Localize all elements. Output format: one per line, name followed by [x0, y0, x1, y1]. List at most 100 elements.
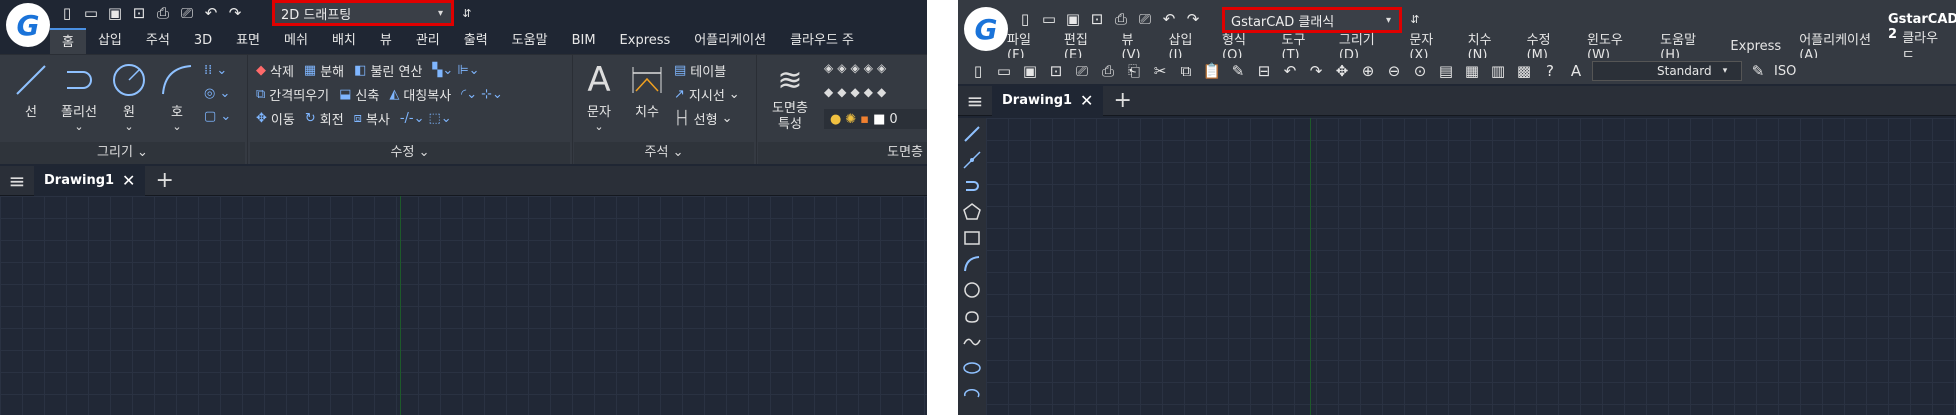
tab-mesh[interactable]: 메쉬	[272, 28, 320, 54]
plot-icon[interactable]: ⎗	[1124, 62, 1144, 80]
rectangle-icon[interactable]	[962, 228, 982, 248]
stretch-icon[interactable]: ⬓	[339, 87, 351, 102]
explode-icon[interactable]: ▦	[304, 63, 316, 78]
workspace-dropdown[interactable]: 2D 드래프팅 ▾	[272, 0, 454, 26]
layer-state-icon[interactable]: ◈	[837, 61, 846, 75]
new-tab-plus-icon[interactable]: +	[145, 168, 183, 193]
polygon-icon[interactable]	[962, 202, 982, 222]
arc-button[interactable]: 호 ⌄	[154, 59, 200, 133]
layer-state-icon[interactable]: ◈	[824, 61, 833, 75]
construction-line-icon[interactable]	[962, 150, 982, 170]
print-icon[interactable]: ⎚	[1136, 10, 1154, 28]
layer-dropdown[interactable]: ● ✺ ▪ ■ 0	[824, 109, 927, 129]
ellipse-icon[interactable]	[962, 358, 982, 378]
properties-icon[interactable]: ▤	[1436, 62, 1456, 80]
leader-button[interactable]: ↗ 지시선 ⌄	[674, 85, 740, 104]
hamburger-menu-icon[interactable]: ≡	[0, 169, 34, 193]
save-as-icon[interactable]: ⊡	[1088, 10, 1106, 28]
print-preview-icon[interactable]: ⎙	[1098, 62, 1118, 80]
layer-state-icon[interactable]: ◆	[837, 85, 846, 99]
spline-icon[interactable]	[962, 332, 982, 352]
chevron-down-icon[interactable]: ⌄	[106, 120, 152, 133]
paste-icon[interactable]: 📋	[1202, 62, 1222, 80]
save-icon[interactable]: ▣	[1020, 62, 1040, 80]
close-icon[interactable]: ✕	[1080, 91, 1093, 110]
print-icon[interactable]: ⎚	[178, 4, 196, 22]
new-file-icon[interactable]: ▯	[968, 62, 988, 80]
design-center-icon[interactable]: ▦	[1462, 62, 1482, 80]
tab-insert[interactable]: 삽입	[86, 28, 134, 54]
trim-icon[interactable]: ⊹⌄	[481, 87, 503, 102]
tab-surface[interactable]: 표면	[224, 28, 272, 54]
publish-icon[interactable]: ⎙	[1112, 10, 1130, 28]
tab-manage[interactable]: 관리	[404, 28, 452, 54]
mirror-icon[interactable]: ◭	[389, 87, 399, 102]
new-file-icon[interactable]: ▯	[1016, 10, 1034, 28]
chevron-down-icon[interactable]: ⌄	[722, 111, 733, 126]
offset-icon[interactable]: ⧉	[256, 87, 265, 102]
save-icon[interactable]: ▣	[106, 4, 124, 22]
zoom-window-icon[interactable]: ⊖	[1384, 62, 1404, 80]
match-properties-icon[interactable]: ✎	[1228, 62, 1248, 80]
tab-3d[interactable]: 3D	[182, 28, 224, 54]
polyline-icon[interactable]	[962, 176, 982, 196]
array-icon[interactable]: ▚⌄	[432, 63, 453, 78]
block-icon[interactable]: ⊟	[1254, 62, 1274, 80]
table-button[interactable]: ▤ 테이블	[674, 61, 726, 80]
chevron-down-icon[interactable]: ⌄	[729, 87, 740, 102]
redo-icon[interactable]: ↷	[1306, 62, 1326, 80]
layer-group-title[interactable]: 도면층	[758, 142, 927, 164]
offset-label[interactable]: 간격띄우기	[269, 85, 329, 104]
dimension-button[interactable]: 치수	[624, 59, 670, 120]
layer-state-icon[interactable]: ◆	[864, 85, 873, 99]
polyline-button[interactable]: 폴리선 ⌄	[56, 59, 102, 133]
gstarcad-logo[interactable]: G	[964, 7, 1008, 51]
layer-state-icon[interactable]: ◈	[877, 61, 886, 75]
new-file-icon[interactable]: ▯	[58, 4, 76, 22]
line-button[interactable]: 선	[8, 59, 54, 120]
new-tab-plus-icon[interactable]: +	[1103, 88, 1141, 113]
break-icon[interactable]: -/-⌄	[400, 111, 425, 126]
layer-state-icon[interactable]: ◆	[824, 85, 833, 99]
chevron-down-icon[interactable]: ⌄	[576, 120, 622, 133]
zoom-realtime-icon[interactable]: ⊕	[1358, 62, 1378, 80]
ellipse-arc-icon[interactable]	[962, 384, 982, 404]
document-tab-drawing1[interactable]: Drawing1 ✕	[992, 85, 1104, 116]
help-icon[interactable]: ?	[1540, 62, 1560, 80]
save-as-icon[interactable]: ⊡	[1046, 62, 1066, 80]
publish-icon[interactable]: ⎙	[154, 4, 172, 22]
tab-express[interactable]: Express	[608, 28, 683, 54]
erase-label[interactable]: 삭제	[270, 61, 294, 80]
stretch-label[interactable]: 신축	[355, 85, 379, 104]
circle-icon[interactable]	[962, 280, 982, 300]
print-icon[interactable]: ⎚	[1072, 62, 1092, 80]
undo-icon[interactable]: ↶	[1160, 10, 1178, 28]
tab-cloud[interactable]: 클라우드 주	[778, 28, 866, 54]
scale-icon[interactable]: ⬚⌄	[429, 111, 452, 126]
layer-state-icon[interactable]: ◆	[877, 85, 886, 99]
dim-style-icon[interactable]: ✎	[1748, 62, 1768, 80]
ellipse-icon[interactable]: ◎ ⌄	[204, 86, 230, 101]
rotate-label[interactable]: 회전	[320, 109, 344, 128]
tab-applications[interactable]: 어플리케이션	[682, 28, 778, 54]
tab-output[interactable]: 출력	[452, 28, 500, 54]
dim-style-value[interactable]: ISO	[1774, 64, 1796, 79]
tab-view[interactable]: 뷰	[368, 28, 404, 54]
point-grid-icon[interactable]: ⁞⁞ ⌄	[204, 63, 227, 78]
drawing-canvas[interactable]	[0, 196, 927, 415]
calculator-icon[interactable]: ▩	[1514, 62, 1534, 80]
boolean-icon[interactable]: ◧	[354, 63, 366, 78]
document-tab-drawing1[interactable]: Drawing1 ✕	[34, 165, 146, 196]
customize-qat[interactable]: ⇵	[458, 0, 476, 26]
align-icon[interactable]: ⊫⌄	[457, 63, 479, 78]
save-icon[interactable]: ▣	[1064, 10, 1082, 28]
text-button[interactable]: A 문자 ⌄	[576, 59, 622, 133]
move-label[interactable]: 이동	[271, 109, 295, 128]
revision-cloud-icon[interactable]	[962, 306, 982, 326]
copy-icon[interactable]: ⧈	[354, 111, 362, 126]
copy-label[interactable]: 복사	[366, 109, 390, 128]
chevron-down-icon[interactable]: ⌄	[56, 120, 102, 133]
tool-palette-icon[interactable]: ▥	[1488, 62, 1508, 80]
text-style-icon[interactable]: A	[1566, 62, 1586, 80]
layer-state-icon[interactable]: ◆	[850, 85, 859, 99]
